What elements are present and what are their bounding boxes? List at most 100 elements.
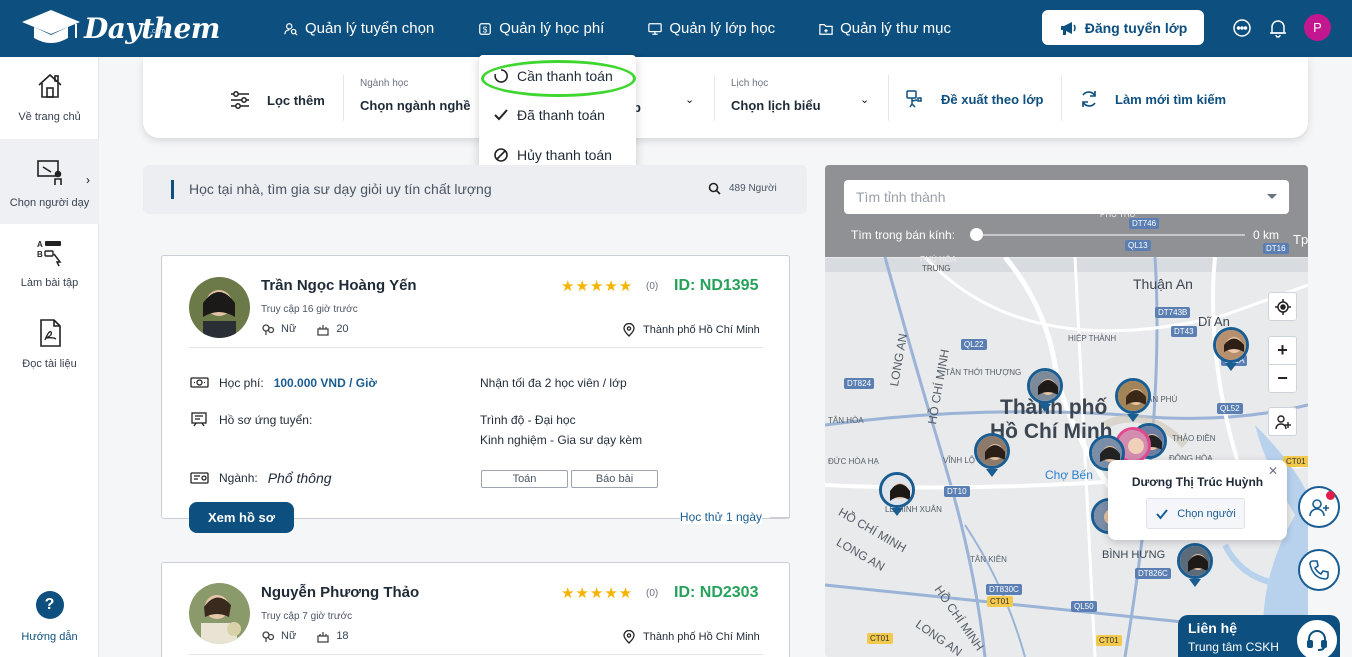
sidebar-item-label: Về trang chủ bbox=[18, 111, 81, 123]
tutor-avatar[interactable] bbox=[189, 277, 250, 338]
user-avatar[interactable]: P bbox=[1304, 14, 1331, 41]
search-accent bbox=[171, 180, 174, 199]
call-fab[interactable] bbox=[1298, 549, 1340, 591]
gender-value: Nữ bbox=[281, 630, 297, 642]
location-pin-icon bbox=[623, 323, 635, 337]
tutor-map-popup: ✕ Dương Thị Trúc Huỳnh Chọn người bbox=[1108, 460, 1287, 540]
suggest-by-class-button[interactable]: Đề xuất theo lớp bbox=[905, 89, 1043, 109]
sidebar-item-exercise[interactable]: AB Làm bài tập bbox=[0, 237, 99, 289]
megaphone-icon bbox=[1060, 21, 1076, 35]
radius-label: Tìm trong bán kính: bbox=[851, 228, 956, 242]
refresh-search-button[interactable]: Làm mới tìm kiếm bbox=[1079, 89, 1226, 109]
svg-text:A: A bbox=[37, 240, 43, 249]
add-user-icon bbox=[1274, 414, 1291, 429]
nav-folders[interactable]: Quản lý thư mục bbox=[819, 20, 951, 37]
major-value: Chọn ngành nghề bbox=[360, 98, 471, 113]
home-icon bbox=[37, 73, 62, 98]
nav-classes[interactable]: Quản lý lớp học bbox=[648, 20, 775, 37]
more-filter-button[interactable]: Lọc thêm bbox=[229, 89, 325, 111]
age-value: 20 bbox=[336, 323, 349, 335]
rating-stars: ★★★★★ bbox=[561, 585, 634, 602]
pin-tail bbox=[1039, 404, 1051, 412]
zoom-out-button[interactable]: − bbox=[1268, 364, 1297, 393]
nav-label: Quản lý lớp học bbox=[669, 20, 776, 37]
chevron-down-icon[interactable] bbox=[1267, 194, 1277, 199]
post-class-button[interactable]: Đăng tuyển lớp bbox=[1042, 10, 1204, 45]
major-select[interactable]: Ngành học Chọn ngành nghề bbox=[360, 78, 470, 113]
radius-slider[interactable] bbox=[975, 234, 1245, 236]
nav-recruitment[interactable]: Quản lý tuyển chọn bbox=[284, 20, 434, 37]
tutor-name[interactable]: Nguyễn Phương Thảo bbox=[261, 584, 419, 601]
daythem-logo[interactable]: Daythem bbox=[20, 8, 220, 48]
pin-tail bbox=[1127, 414, 1139, 422]
money-icon bbox=[190, 377, 209, 388]
add-person-map-button[interactable] bbox=[1268, 407, 1297, 436]
tutor-avatar[interactable] bbox=[189, 583, 250, 644]
pin-tail bbox=[1225, 363, 1237, 371]
nav-fees[interactable]: $ Quản lý học phí bbox=[478, 20, 604, 37]
map-label: THẢO ĐIỀN bbox=[1172, 434, 1216, 443]
menu-item-cancel-payment[interactable]: Hủy thanh toán bbox=[493, 147, 612, 163]
map-label: Chợ Bến bbox=[1045, 468, 1093, 482]
capacity-text: Nhận tối đa 2 học viên / lớp bbox=[480, 376, 627, 390]
tutor-map-pin[interactable] bbox=[1177, 543, 1213, 579]
nav-label: Quản lý học phí bbox=[499, 20, 605, 37]
radius-slider-handle[interactable] bbox=[970, 228, 983, 241]
search-box[interactable]: Học tại nhà, tìm gia sư dạy giỏi uy tín … bbox=[143, 165, 807, 214]
contact-support-widget[interactable]: Liên hệ Trung tâm CSKH bbox=[1178, 615, 1340, 657]
suggest-icon bbox=[906, 90, 922, 108]
road-badge: QL50 bbox=[1071, 601, 1097, 612]
map-label: TÂN KIÊN bbox=[970, 555, 1007, 564]
major-row: Ngành: Phổ thông bbox=[190, 470, 332, 486]
menu-item-label: Cần thanh toán bbox=[517, 68, 613, 84]
review-count: (0) bbox=[646, 281, 659, 292]
major-label: Ngành: bbox=[219, 471, 258, 485]
road-badge: QL13 bbox=[1125, 240, 1151, 251]
profile-board-icon bbox=[191, 412, 207, 427]
tutor-map-pin[interactable] bbox=[879, 472, 915, 508]
rating-stars: ★★★★★ bbox=[561, 278, 634, 295]
pin-tail bbox=[891, 508, 903, 516]
age-value: 18 bbox=[336, 630, 349, 642]
tutor-map-pin[interactable] bbox=[1027, 368, 1063, 404]
tutor-map-pin[interactable] bbox=[974, 433, 1010, 469]
tutor-map[interactable]: Tìm tỉnh thành Tìm trong bán kính: 0 km … bbox=[825, 165, 1308, 657]
fee-row: Học phí: 100.000 VND / Giờ bbox=[190, 375, 377, 390]
road-badge: DT824 bbox=[844, 378, 875, 389]
svg-text:B: B bbox=[37, 250, 43, 259]
chevron-down-icon[interactable]: ⌄ bbox=[860, 93, 869, 106]
road-badge: CT01 bbox=[867, 633, 893, 644]
search-icon[interactable] bbox=[708, 182, 721, 195]
choose-tutor-button[interactable]: Chọn người bbox=[1146, 498, 1245, 529]
view-profile-button[interactable]: Xem hồ sơ bbox=[189, 502, 294, 533]
add-user-fab[interactable] bbox=[1298, 486, 1340, 528]
pdf-icon bbox=[39, 319, 61, 347]
bell-icon[interactable] bbox=[1267, 17, 1289, 39]
avatar-photo bbox=[189, 277, 250, 338]
map-label: HIỆP THÀNH bbox=[1068, 334, 1117, 343]
refresh-icon bbox=[1082, 91, 1096, 107]
filter-bar: Lọc thêm Ngành học Chọn ngành nghề p ⌄ L… bbox=[143, 57, 1308, 138]
search-input[interactable]: Học tại nhà, tìm gia sư dạy giỏi uy tín … bbox=[189, 181, 492, 197]
major-label: Ngành học bbox=[360, 78, 409, 89]
help-link[interactable]: ? Hướng dẫn bbox=[0, 591, 99, 643]
zoom-in-button[interactable]: + bbox=[1268, 336, 1297, 365]
road-badge: QL22 bbox=[961, 339, 987, 350]
sidebar-item-choose-teacher[interactable]: Chọn người dạy › bbox=[0, 139, 99, 224]
map-label: TÂN THỚI THƯỢNG bbox=[945, 368, 1022, 377]
sidebar-item-documents[interactable]: Đọc tài liệu bbox=[0, 318, 99, 370]
trial-label: Học thử 1 ngày bbox=[672, 510, 790, 524]
province-placeholder: Tìm tỉnh thành bbox=[856, 189, 946, 205]
chevron-down-icon[interactable]: ⌄ bbox=[685, 93, 694, 106]
tutor-map-pin[interactable] bbox=[1213, 327, 1249, 363]
tutor-map-pin[interactable] bbox=[1115, 378, 1151, 414]
sidebar-item-home[interactable]: Về trang chủ bbox=[0, 71, 99, 123]
menu-item-paid[interactable]: Đã thanh toán bbox=[493, 107, 605, 123]
province-search-input[interactable]: Tìm tỉnh thành bbox=[844, 180, 1289, 214]
locate-me-button[interactable] bbox=[1268, 292, 1297, 321]
crosshair-icon bbox=[1274, 298, 1291, 315]
tutor-name[interactable]: Trần Ngọc Hoàng Yến bbox=[261, 277, 417, 294]
schedule-select[interactable]: Lịch học Chọn lịch biểu bbox=[731, 78, 821, 113]
menu-item-pending-payment[interactable]: Cần thanh toán bbox=[493, 68, 613, 84]
chat-icon[interactable] bbox=[1231, 17, 1253, 39]
